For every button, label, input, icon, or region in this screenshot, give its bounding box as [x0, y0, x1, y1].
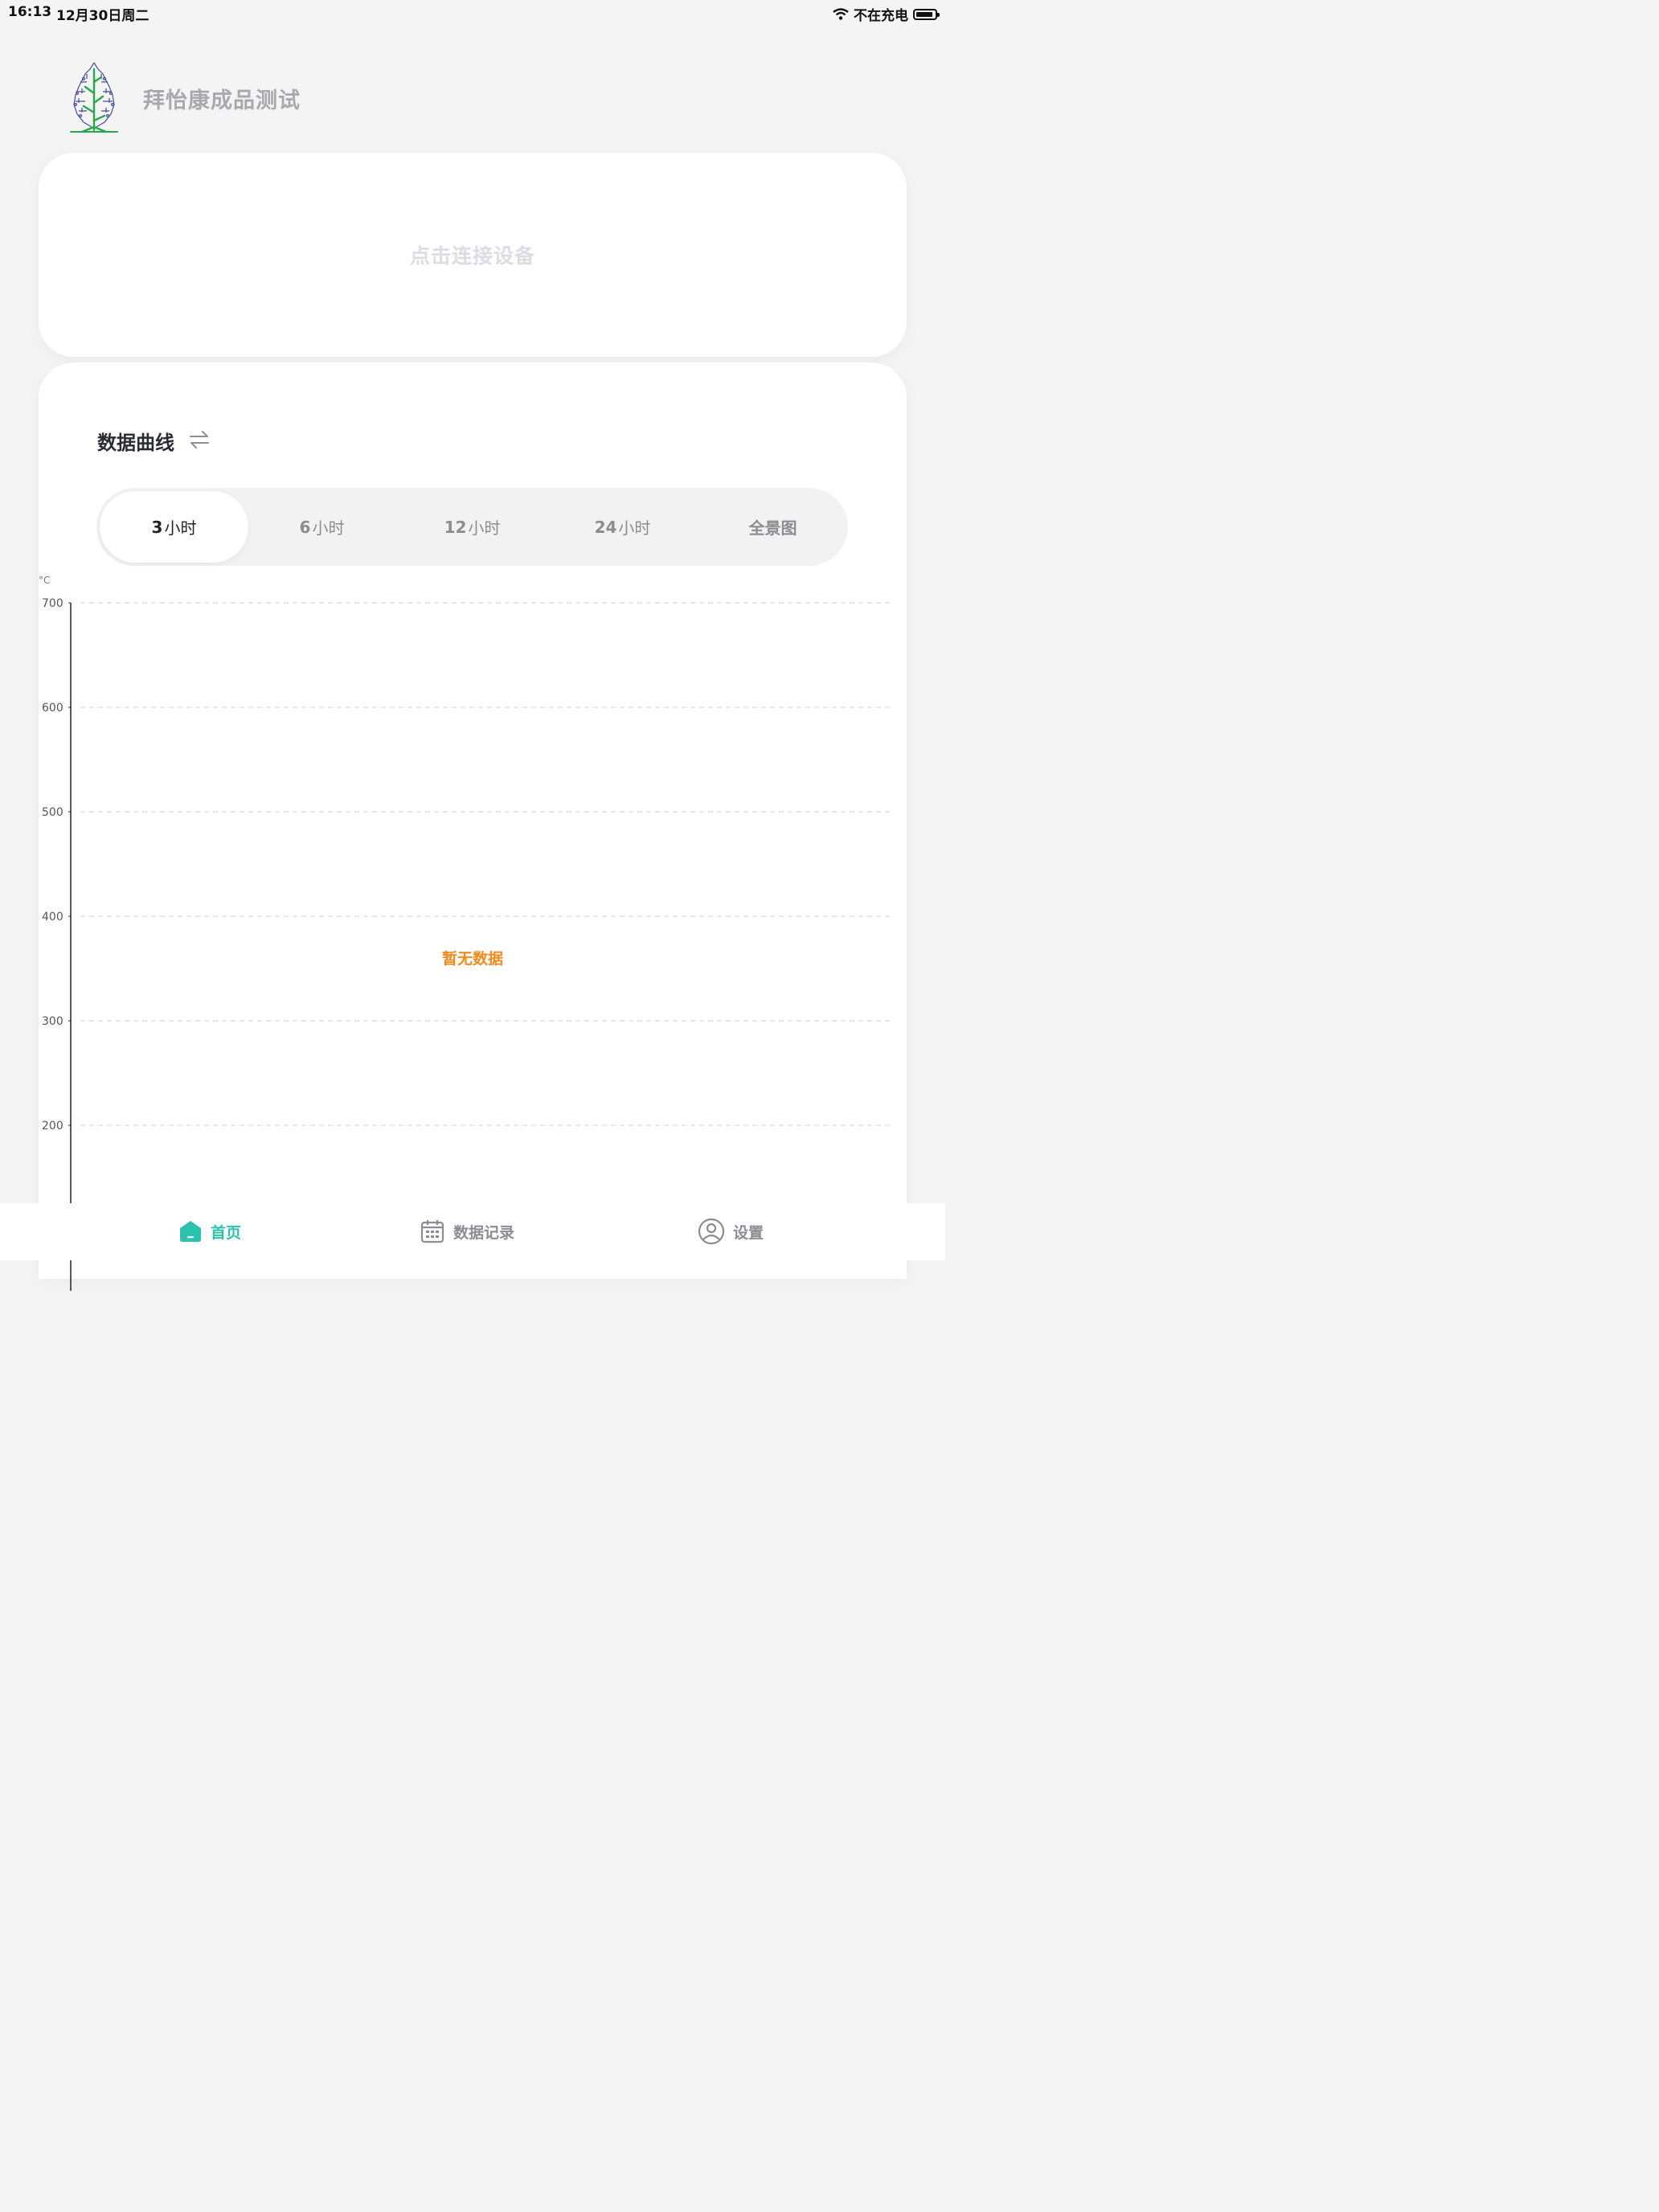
range-tab-3[interactable]: 24 小时 [547, 488, 698, 566]
range-tab-0[interactable]: 3 小时 [100, 491, 248, 563]
tab-label: 首页 [211, 1223, 242, 1242]
y-unit-label: °C [39, 575, 50, 586]
wifi-icon [833, 7, 849, 20]
status-time: 16:13 [8, 4, 52, 20]
app-header: 拜怡康成品测试 [68, 58, 301, 138]
tab-label: 设置 [733, 1223, 764, 1242]
range-unit: 全景图 [748, 518, 797, 538]
range-tab-2[interactable]: 12 小时 [397, 488, 547, 566]
temperature-chart: °C 700 600 500 400 300 200 暂无数据 [39, 575, 892, 1291]
bottom-tab-bar: 首页 数据记录 设置 [0, 1203, 945, 1260]
data-curve-card: 数据曲线 3 小时 6 小时 12 小时 24 小时 全景图 °C 700 600 500 400 300… [39, 363, 907, 1291]
range-number: 6 [299, 517, 311, 537]
home-icon [178, 1219, 203, 1243]
no-data-message: 暂无数据 [442, 949, 503, 968]
range-tab-4[interactable]: 全景图 [698, 488, 848, 566]
range-unit: 小时 [312, 518, 345, 538]
range-unit: 小时 [164, 518, 197, 538]
app-title: 拜怡康成品测试 [143, 88, 301, 113]
switch-arrows-icon[interactable] [188, 428, 211, 451]
tree-logo [70, 62, 118, 133]
y-tick-label: 200 [42, 1120, 63, 1133]
range-tab-1[interactable]: 6 小时 [247, 488, 397, 566]
range-unit: 小时 [468, 518, 501, 538]
range-number: 24 [594, 517, 617, 537]
y-tick-label: 700 [42, 597, 63, 610]
status-bar: 16:13 12月30日周二 不在充电 [0, 0, 945, 24]
section-title: 数据曲线 [97, 432, 174, 454]
charging-status: 不在充电 [854, 8, 908, 24]
connect-device-card[interactable]: 点击连接设备 [39, 153, 907, 357]
y-tick-label: 500 [42, 806, 63, 819]
y-tick-label: 300 [42, 1015, 63, 1028]
tab-settings[interactable]: 设置 [698, 1213, 764, 1250]
status-date: 12月30日周二 [56, 8, 150, 24]
time-range-selector: 3 小时 6 小时 12 小时 24 小时 全景图 [96, 488, 848, 566]
range-number: 3 [151, 517, 163, 537]
calendar-icon [420, 1219, 445, 1244]
y-tick-label: 400 [42, 911, 63, 924]
tab-home[interactable]: 首页 [178, 1213, 241, 1250]
y-tick-label: 600 [42, 702, 63, 715]
tab-records[interactable]: 数据记录 [420, 1213, 514, 1250]
user-icon [698, 1218, 725, 1245]
tab-label: 数据记录 [453, 1223, 515, 1242]
status-right: 不在充电 [833, 4, 940, 24]
battery-icon [913, 8, 940, 20]
connect-device-label: 点击连接设备 [409, 244, 535, 268]
range-unit: 小时 [618, 518, 651, 538]
range-number: 12 [444, 517, 467, 537]
